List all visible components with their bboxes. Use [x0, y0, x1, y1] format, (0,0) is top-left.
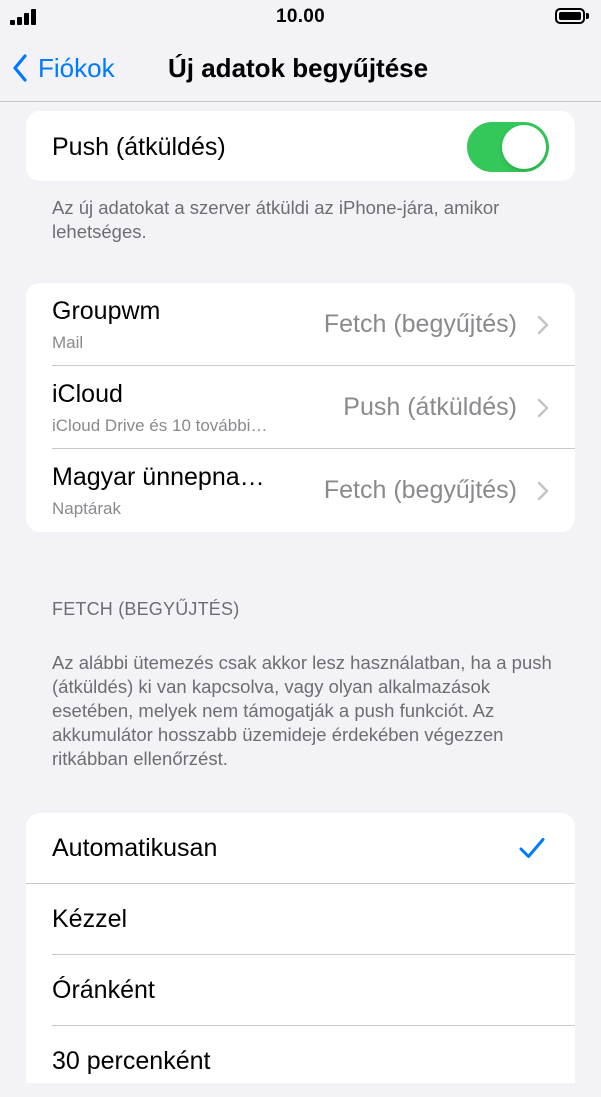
status-bar: 10.00: [0, 0, 601, 34]
fetch-option-label: 30 percenként: [52, 1047, 211, 1075]
account-name: Magyar ünnepna…: [52, 463, 265, 491]
push-footer: Az új adatokat a szerver átküldi az iPho…: [52, 197, 500, 242]
fetch-option-label: Automatikusan: [52, 834, 218, 862]
fetch-option-every-30-minutes[interactable]: 30 percenként: [26, 1026, 575, 1097]
account-subtitle: iCloud Drive és 10 további…: [52, 416, 268, 435]
account-subtitle: Naptárak: [52, 499, 121, 518]
account-row-groupwm[interactable]: Groupwm Mail Fetch (begyűjtés): [26, 283, 575, 366]
fetch-option-label: Kézzel: [52, 905, 128, 933]
chevron-left-icon: [13, 54, 27, 82]
chevron-right-icon: [537, 481, 549, 501]
toggle-knob: [502, 125, 546, 169]
push-toggle[interactable]: [467, 122, 549, 172]
fetch-option-label: Óránként: [52, 976, 155, 1004]
account-row-icloud[interactable]: iCloud iCloud Drive és 10 további… Push …: [26, 366, 575, 449]
status-time: 10.00: [275, 6, 326, 27]
page-title: Új adatok begyűjtése: [168, 53, 429, 83]
battery-icon: [555, 8, 591, 26]
account-fetch-mode: Fetch (begyűjtés): [323, 476, 517, 504]
back-button[interactable]: Fiókok: [12, 51, 115, 85]
back-button-label: Fiókok: [38, 52, 115, 83]
account-name: Groupwm: [52, 297, 161, 325]
accounts-group: Groupwm Mail Fetch (begyűjtés) iCloud iC…: [26, 283, 575, 532]
navigation-bar: Fiókok Új adatok begyűjtése: [0, 34, 601, 102]
account-fetch-mode: Fetch (begyűjtés): [323, 310, 517, 338]
account-name: iCloud: [52, 380, 123, 408]
fetch-section-header: FETCH (BEGYŰJTÉS): [52, 599, 240, 619]
fetch-options-group: Automatikusan Kézzel Óránként 30 percenk…: [26, 813, 575, 1083]
account-fetch-mode: Push (átküldés): [343, 393, 517, 421]
fetch-description: Az alábbi ütemezés csak akkor lesz haszn…: [52, 652, 552, 769]
fetch-option-manual[interactable]: Kézzel: [26, 884, 575, 955]
account-row-magyar-unnepnapok[interactable]: Magyar ünnepna… Naptárak Fetch (begyűjté…: [26, 449, 575, 532]
checkmark-icon: [519, 838, 545, 858]
chevron-right-icon: [537, 315, 549, 335]
fetch-option-hourly[interactable]: Óránként: [26, 955, 575, 1026]
push-group: Push (átküldés): [26, 111, 575, 181]
chevron-right-icon: [537, 398, 549, 418]
account-subtitle: Mail: [52, 333, 84, 352]
push-row: Push (átküldés): [26, 111, 575, 181]
push-label: Push (átküldés): [52, 133, 226, 161]
fetch-option-automatic[interactable]: Automatikusan: [26, 813, 575, 884]
